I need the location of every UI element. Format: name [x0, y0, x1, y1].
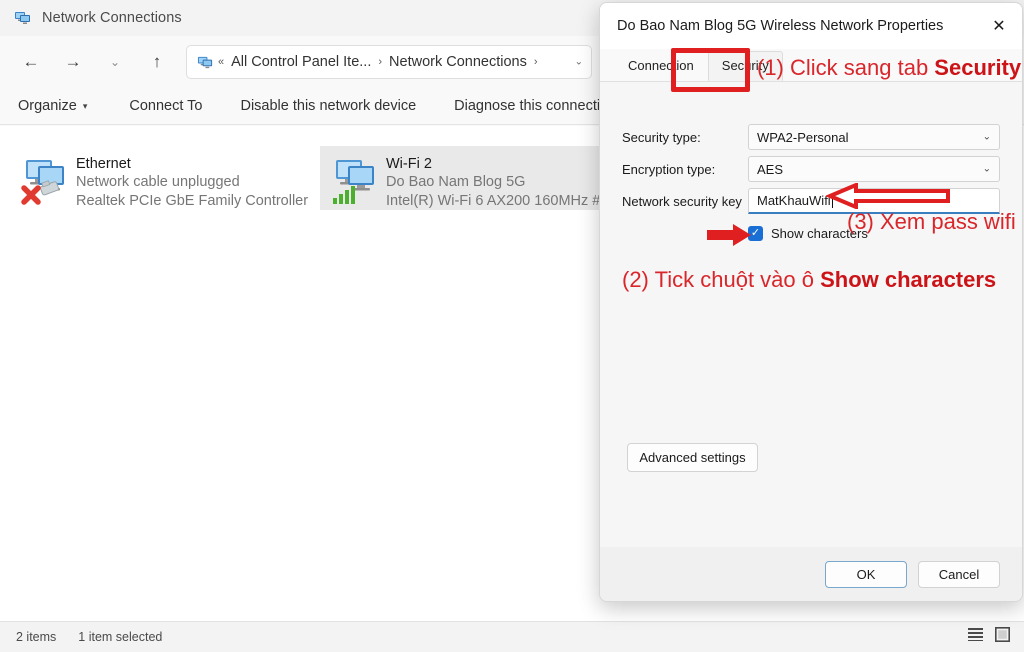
encryption-type-value: AES: [757, 161, 784, 177]
connection-ssid: Do Bao Nam Blog 5G: [386, 174, 526, 190]
annotation-step-3: (3) Xem pass wifi: [847, 211, 1016, 233]
security-type-value: WPA2-Personal: [757, 129, 849, 145]
breadcrumb-network-connections[interactable]: Network Connections: [389, 54, 527, 70]
connect-to-button[interactable]: Connect To: [129, 98, 202, 114]
field-row-encryption-type: Encryption type: AES ⌄: [622, 156, 1000, 182]
chevron-down-icon: ⌄: [982, 131, 991, 143]
connection-item-ethernet[interactable]: Ethernet Network cable unplugged Realtek…: [10, 146, 310, 210]
breadcrumb-separator-1[interactable]: ›: [378, 56, 382, 68]
error-x-icon: [21, 185, 41, 205]
network-connections-icon: [14, 9, 32, 27]
annotation-step-1-prefix: (1): [757, 55, 790, 80]
annotation-step-1-bold: Security: [934, 55, 1022, 80]
up-button[interactable]: ↑: [140, 45, 174, 79]
connection-adapter: Intel(R) Wi-Fi 6 AX200 160MHz #: [386, 193, 601, 209]
annotation-step-2: (2) Tick chuột vào ô Show characters: [622, 269, 996, 291]
wireless-network-properties-dialog: Do Bao Nam Blog 5G Wireless Network Prop…: [599, 2, 1023, 602]
wifi-adapter-icon: [330, 154, 382, 206]
connection-item-wifi-2[interactable]: Wi-Fi 2 Do Bao Nam Blog 5G Intel(R) Wi-F…: [320, 146, 610, 210]
security-type-select[interactable]: WPA2-Personal ⌄: [748, 124, 1000, 150]
explorer-title: Network Connections: [42, 10, 182, 26]
control-panel-icon: [197, 54, 214, 71]
dialog-titlebar: Do Bao Nam Blog 5G Wireless Network Prop…: [600, 3, 1022, 49]
dialog-close-icon[interactable]: ✕: [976, 3, 1022, 49]
annotation-step-2-bold: Show characters: [820, 267, 997, 292]
ethernet-text-block: Ethernet Network cable unplugged Realtek…: [76, 152, 308, 211]
address-prefix: «: [218, 56, 225, 68]
address-bar[interactable]: « All Control Panel Ite... › Network Con…: [186, 45, 592, 79]
organize-menu[interactable]: Organize ▾: [18, 98, 87, 114]
encryption-type-label: Encryption type:: [622, 161, 716, 177]
dialog-title: Do Bao Nam Blog 5G Wireless Network Prop…: [617, 18, 944, 34]
encryption-type-select[interactable]: AES ⌄: [748, 156, 1000, 182]
large-icons-view-icon[interactable]: [995, 627, 1010, 647]
wifi-text-block: Wi-Fi 2 Do Bao Nam Blog 5G Intel(R) Wi-F…: [386, 152, 600, 211]
details-view-icon[interactable]: [968, 628, 983, 646]
address-dropdown-caret-icon[interactable]: ⌄: [575, 57, 583, 68]
back-button[interactable]: ←: [14, 45, 48, 79]
network-security-key-label: Network security key: [622, 193, 742, 209]
annotation-step-3-text: (3) Xem pass wifi: [847, 209, 1016, 234]
view-switch-group: [968, 627, 1010, 647]
status-item-count: 2 items: [16, 630, 57, 644]
ok-button[interactable]: OK: [825, 560, 907, 588]
field-row-security-type: Security type: WPA2-Personal ⌄: [622, 124, 1000, 150]
breadcrumb-separator-2[interactable]: ›: [534, 56, 538, 68]
signal-bars-icon: [333, 186, 355, 204]
annotation-step-2-prefix: (2): [622, 267, 655, 292]
recent-locations-button[interactable]: ⌄: [98, 45, 132, 79]
organize-label: Organize: [18, 98, 77, 114]
diagnose-connection-button[interactable]: Diagnose this connection: [454, 98, 616, 114]
breadcrumb-all-control-panel-items[interactable]: All Control Panel Ite...: [231, 54, 371, 70]
explorer-status-bar: 2 items 1 item selected: [0, 621, 1024, 652]
connection-name: Wi-Fi 2: [386, 156, 432, 172]
annotation-step-2-text: Tick chuột vào ô: [654, 267, 821, 292]
connection-name: Ethernet: [76, 156, 131, 172]
arrow-to-show-characters-icon: [707, 224, 751, 251]
screen: Network Connections ─ ☐ ✕ ← → ⌄ ↑: [0, 0, 1024, 652]
security-tab-highlight-box: [671, 48, 750, 92]
cancel-button[interactable]: Cancel: [918, 560, 1000, 588]
advanced-settings-button[interactable]: Advanced settings: [627, 443, 758, 472]
security-type-label: Security type:: [622, 129, 701, 145]
forward-button[interactable]: →: [56, 45, 90, 79]
status-selection-count: 1 item selected: [78, 630, 163, 644]
dialog-body: Security type: WPA2-Personal ⌄ Encryptio…: [600, 81, 1022, 547]
ethernet-adapter-icon: [20, 154, 72, 206]
chevron-down-icon: ⌄: [982, 163, 991, 175]
connection-adapter: Realtek PCIe GbE Family Controller: [76, 193, 309, 209]
network-security-key-value: MatKhauWifi: [757, 193, 831, 208]
dialog-footer: OK Cancel: [600, 547, 1022, 601]
disable-network-device-button[interactable]: Disable this network device: [240, 98, 416, 114]
annotation-step-1-text: Click sang tab: [790, 55, 935, 80]
chevron-down-icon: ▾: [82, 100, 88, 111]
annotation-step-1: (1) Click sang tab Security: [757, 57, 1021, 79]
connection-status: Network cable unplugged: [76, 174, 240, 190]
